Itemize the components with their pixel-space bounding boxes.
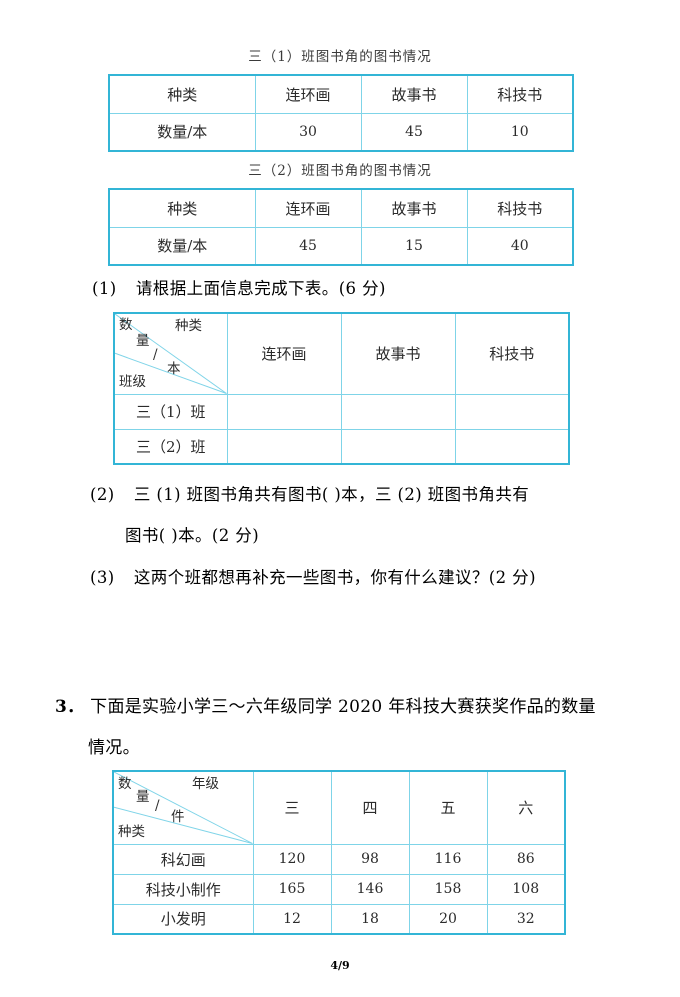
cell-value: 12 — [252, 903, 332, 935]
cell-header-grade5: 五 — [408, 770, 488, 845]
cell-answer-blank[interactable] — [454, 393, 570, 430]
table2-caption: 三（2）班图书角的图书情况 — [248, 163, 432, 179]
cell-header-grade4: 四 — [330, 770, 410, 845]
question-2-label: (2) — [90, 485, 115, 504]
problem-3-text-1: 下面是实验小学三～六年级同学 2020 年科技大赛获奖作品的数量 — [90, 697, 596, 717]
cell-value-story: 15 — [360, 226, 468, 266]
cell-label-scifi-painting: 科幻画 — [112, 843, 254, 875]
cell-header-grade6: 六 — [486, 770, 566, 845]
cell-value: 98 — [330, 843, 410, 875]
table-row: 种类 数 量 / 本 班级 连环画 故事书 科技书 — [113, 312, 570, 395]
question-3-label: (3) — [90, 568, 115, 587]
cell-value: 116 — [408, 843, 488, 875]
diag-label-mid-3: / — [153, 347, 158, 363]
diag-label-bottom-left: 班级 — [119, 374, 146, 390]
cell-header-comic: 连环画 — [226, 312, 342, 395]
page-number: 4/9 — [330, 959, 350, 972]
cell-label-invention: 小发明 — [112, 903, 254, 935]
table-class31-books: 种类 连环画 故事书 科技书 数量/本 30 45 10 — [108, 74, 574, 152]
cell-value: 120 — [252, 843, 332, 875]
cell-header-comic: 连环画 — [254, 188, 362, 228]
cell-value: 20 — [408, 903, 488, 935]
cell-value: 108 — [486, 873, 566, 905]
diagonal-header-cell: 年级 数 量 / 件 种类 — [112, 770, 254, 845]
diag-label-top-right: 种类 — [175, 318, 202, 334]
cell-header-science: 科技书 — [454, 312, 570, 395]
problem-3-text-2: 情况。 — [88, 738, 140, 758]
table-row: 种类 连环画 故事书 科技书 — [108, 188, 574, 228]
table1-caption: 三（1）班图书角的图书情况 — [248, 49, 432, 65]
diag-label-mid-3: / — [155, 798, 160, 814]
table-row: 数量/本 30 45 10 — [108, 112, 574, 152]
cell-header-story: 故事书 — [340, 312, 456, 395]
cell-value: 32 — [486, 903, 566, 935]
table-row: 年级 数 量 / 件 种类 三 四 五 六 — [112, 770, 566, 845]
cell-answer-blank[interactable] — [340, 393, 456, 430]
diag-label-mid-2: 量 — [136, 333, 150, 349]
cell-label-class32: 三（2）班 — [113, 428, 228, 465]
document-page: 三（1）班图书角的图书情况 种类 连环画 故事书 科技书 数量/本 30 45 … — [0, 0, 680, 997]
cell-answer-blank[interactable] — [454, 428, 570, 465]
question-2-text-1: 三 (1) 班图书角共有图书( )本，三 (2) 班图书角共有 — [133, 485, 530, 504]
table-row: 小发明 12 18 20 32 — [112, 903, 566, 935]
cell-value: 165 — [252, 873, 332, 905]
question-2-line-2: 图书( )本。(2 分) — [125, 522, 259, 546]
cell-answer-blank[interactable] — [340, 428, 456, 465]
diag-label-mid-4: 本 — [167, 361, 181, 377]
diagonal-header-cell: 种类 数 量 / 本 班级 — [113, 312, 228, 395]
table-row: 科幻画 120 98 116 86 — [112, 843, 566, 875]
table-row: 三（2）班 — [113, 428, 570, 465]
cell-header-kind: 种类 — [108, 188, 256, 228]
cell-header-science: 科技书 — [466, 74, 574, 114]
cell-label-quantity: 数量/本 — [108, 112, 256, 152]
diag-label-top-right: 年级 — [192, 776, 219, 792]
question-2-line-1: (2) 三 (1) 班图书角共有图书( )本，三 (2) 班图书角共有 — [90, 481, 529, 505]
cell-header-kind: 种类 — [108, 74, 256, 114]
problem-3-label: 3． — [55, 697, 85, 717]
diag-label-mid-2: 量 — [136, 789, 150, 805]
question-1-label: (1) — [92, 279, 117, 298]
cell-value-science: 10 — [466, 112, 574, 152]
cell-value: 86 — [486, 843, 566, 875]
diag-label-mid-1: 数 — [119, 317, 133, 333]
table-fillin-classes[interactable]: 种类 数 量 / 本 班级 连环画 故事书 科技书 三（1）班 三（2）班 — [113, 312, 570, 465]
table-row: 科技小制作 165 146 158 108 — [112, 873, 566, 905]
cell-header-comic: 连环画 — [254, 74, 362, 114]
cell-value: 18 — [330, 903, 410, 935]
question-1-text: 请根据上面信息完成下表。(6 分) — [135, 279, 386, 298]
table-class32-books: 种类 连环画 故事书 科技书 数量/本 45 15 40 — [108, 188, 574, 266]
table-row: 种类 连环画 故事书 科技书 — [108, 74, 574, 114]
cell-label-class31: 三（1）班 — [113, 393, 228, 430]
table-science-contest-awards: 年级 数 量 / 件 种类 三 四 五 六 科幻画 120 98 116 86 — [112, 770, 566, 935]
question-3-line: (3) 这两个班都想再补充一些图书，你有什么建议？(2 分) — [90, 564, 536, 588]
cell-header-science: 科技书 — [466, 188, 574, 228]
diag-label-mid-1: 数 — [118, 776, 132, 792]
cell-answer-blank[interactable] — [226, 428, 342, 465]
cell-label-quantity: 数量/本 — [108, 226, 256, 266]
diag-label-mid-4: 件 — [171, 809, 185, 825]
cell-value-science: 40 — [466, 226, 574, 266]
problem-3-line-1: 3． 下面是实验小学三～六年级同学 2020 年科技大赛获奖作品的数量 — [55, 692, 596, 717]
question-3-text: 这两个班都想再补充一些图书，你有什么建议？(2 分) — [133, 568, 536, 587]
question-1-line: (1) 请根据上面信息完成下表。(6 分) — [92, 275, 386, 299]
table-row: 数量/本 45 15 40 — [108, 226, 574, 266]
problem-3-line-2: 情况。 — [88, 733, 140, 758]
diag-label-bottom-left: 种类 — [118, 824, 145, 840]
cell-header-story: 故事书 — [360, 74, 468, 114]
cell-label-tech-craft: 科技小制作 — [112, 873, 254, 905]
cell-header-grade3: 三 — [252, 770, 332, 845]
cell-value-comic: 30 — [254, 112, 362, 152]
cell-header-story: 故事书 — [360, 188, 468, 228]
question-2-text-2: 图书( )本。(2 分) — [125, 526, 260, 545]
cell-answer-blank[interactable] — [226, 393, 342, 430]
table-row: 三（1）班 — [113, 393, 570, 430]
cell-value: 146 — [330, 873, 410, 905]
cell-value-story: 45 — [360, 112, 468, 152]
cell-value: 158 — [408, 873, 488, 905]
cell-value-comic: 45 — [254, 226, 362, 266]
